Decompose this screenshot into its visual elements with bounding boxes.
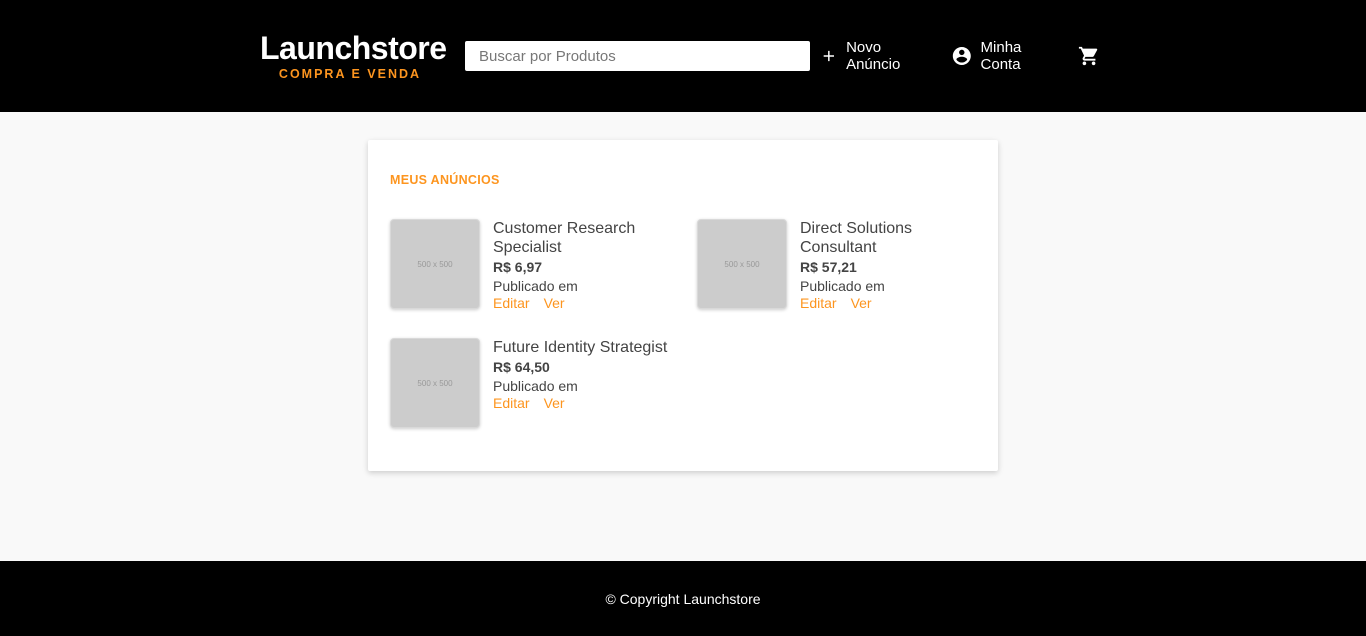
account-circle-icon [952, 47, 971, 65]
edit-link[interactable]: Editar [493, 395, 530, 411]
logo-title[interactable]: Launchstore [260, 31, 447, 65]
main-nav: Novo Anúncio Minha Conta [820, 39, 1100, 73]
product-item: 500 x 500 Customer Research Specialist R… [390, 219, 690, 311]
my-ads-card: MEUS ANÚNCIOS 500 x 500 Customer Researc… [368, 140, 998, 471]
logo-subtitle: COMPRA E VENDA [278, 67, 422, 81]
account-link[interactable]: Minha Conta [951, 39, 1064, 73]
product-info: Direct Solutions Consultant R$ 57,21 Pub… [800, 219, 980, 311]
copyright-text: © Copyright Launchstore [605, 590, 761, 607]
new-ad-label: Novo Anúncio [846, 39, 901, 73]
product-name[interactable]: Direct Solutions Consultant [800, 219, 980, 257]
product-thumbnail[interactable]: 500 x 500 [390, 338, 480, 428]
thumbnail-placeholder-text: 500 x 500 [417, 378, 453, 388]
view-link[interactable]: Ver [544, 295, 565, 311]
product-price: R$ 64,50 [493, 359, 550, 375]
site-header: Launchstore COMPRA E VENDA Novo Anúncio … [0, 0, 1366, 112]
section-title: MEUS ANÚNCIOS [390, 173, 500, 187]
search-input[interactable] [465, 41, 811, 71]
logo[interactable]: Launchstore COMPRA E VENDA [260, 31, 447, 81]
product-price: R$ 6,97 [493, 259, 543, 275]
shopping-cart-icon [1078, 46, 1098, 66]
header-container: Launchstore COMPRA E VENDA Novo Anúncio … [260, 0, 1100, 112]
product-info: Customer Research Specialist R$ 6,97 Pub… [493, 219, 673, 311]
edit-link[interactable]: Editar [800, 295, 837, 311]
new-ad-link[interactable]: Novo Anúncio [820, 39, 937, 73]
product-item: 500 x 500 Future Identity Strategist R$ … [390, 338, 690, 428]
edit-link[interactable]: Editar [493, 295, 530, 311]
product-name[interactable]: Future Identity Strategist [493, 338, 673, 357]
product-published: Publicado em [493, 378, 578, 394]
thumbnail-placeholder-text: 500 x 500 [724, 259, 760, 269]
product-published: Publicado em [800, 278, 885, 294]
product-actions: Editar Ver [493, 395, 673, 411]
view-link[interactable]: Ver [851, 295, 872, 311]
view-link[interactable]: Ver [544, 395, 565, 411]
account-label: Minha Conta [980, 39, 1022, 73]
product-thumbnail[interactable]: 500 x 500 [390, 219, 480, 309]
thumbnail-placeholder-text: 500 x 500 [417, 259, 453, 269]
product-published: Publicado em [493, 278, 578, 294]
main-content: MEUS ANÚNCIOS 500 x 500 Customer Researc… [0, 112, 1366, 561]
product-actions: Editar Ver [493, 295, 673, 311]
product-price: R$ 57,21 [800, 259, 857, 275]
product-info: Future Identity Strategist R$ 64,50 Publ… [493, 338, 673, 428]
product-thumbnail[interactable]: 500 x 500 [697, 219, 787, 309]
product-item: 500 x 500 Direct Solutions Consultant R$… [697, 219, 997, 311]
cart-button[interactable] [1078, 45, 1100, 67]
product-actions: Editar Ver [800, 295, 980, 311]
plus-icon [824, 50, 835, 62]
product-name[interactable]: Customer Research Specialist [493, 219, 673, 257]
site-footer: © Copyright Launchstore [0, 561, 1366, 636]
